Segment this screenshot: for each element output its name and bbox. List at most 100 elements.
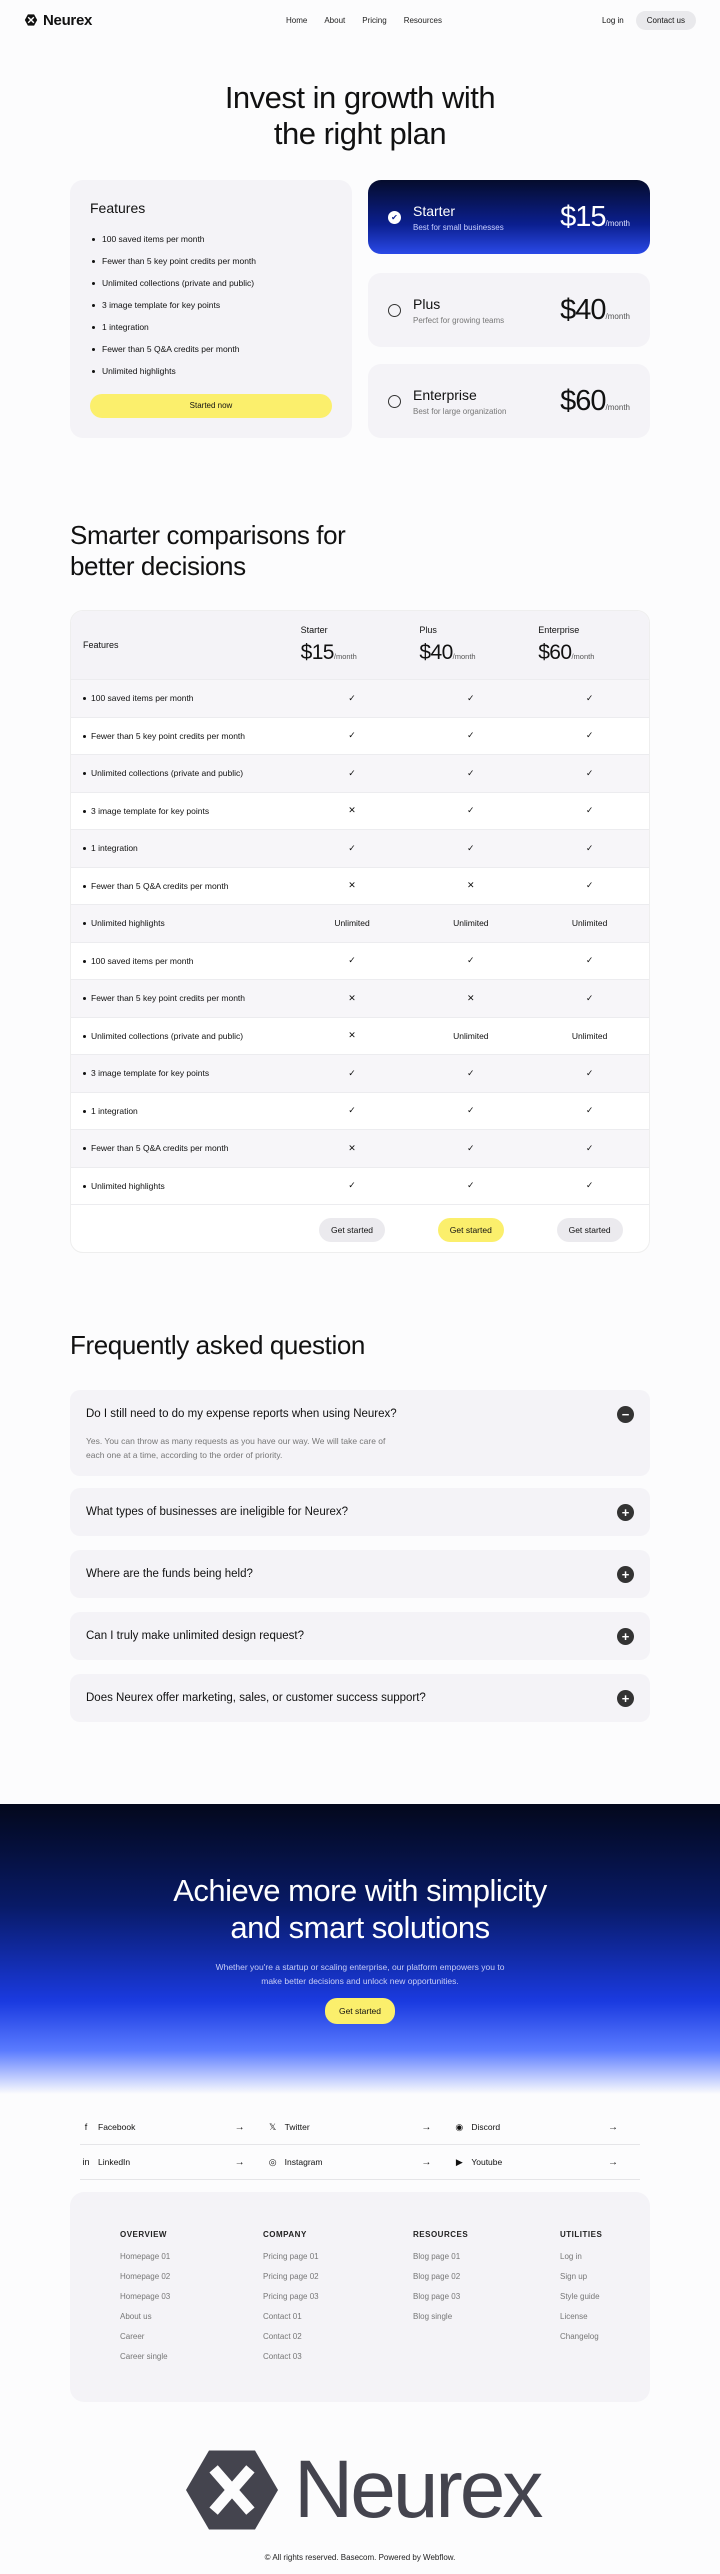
feature-item: 1 integration	[90, 316, 332, 338]
plan-plus[interactable]: Plus Perfect for growing teams $40/month	[368, 273, 650, 347]
login-link[interactable]: Log in	[602, 16, 624, 25]
brand-name: Neurex	[43, 11, 93, 29]
check-icon: ✓	[585, 955, 594, 966]
arrow-right-icon: →	[234, 2156, 245, 2168]
plan-price: $60/month	[560, 384, 630, 417]
column-price: $15/month	[300, 641, 357, 664]
footer-link[interactable]: Homepage 02	[120, 2267, 170, 2287]
contact-button[interactable]: Contact us	[635, 10, 696, 30]
plan-enterprise[interactable]: Enterprise Best for large organization $6…	[368, 364, 650, 438]
plan-name: Plus	[413, 295, 441, 312]
footer-link[interactable]: Blog page 02	[413, 2267, 468, 2287]
footer-link[interactable]: Contact 02	[263, 2327, 319, 2347]
footer-link[interactable]: Homepage 03	[120, 2287, 170, 2307]
minus-icon[interactable]: −	[617, 1405, 634, 1423]
column-name: Plus	[419, 625, 437, 635]
row-feature: Unlimited highlights	[71, 918, 293, 928]
faq-item[interactable]: Do I still need to do my expense reports…	[70, 1390, 650, 1476]
row-feature: Unlimited highlights	[71, 1181, 293, 1191]
nav-home[interactable]: Home	[286, 16, 307, 25]
check-icon: ✓	[467, 842, 475, 853]
social-facebook[interactable]: f Facebook →	[80, 2122, 257, 2133]
plus-icon[interactable]: +	[617, 1689, 634, 1707]
row-feature: 3 image template for key points	[71, 1068, 293, 1078]
table-row: 3 image template for key points ✓ ✓ ✓	[71, 1054, 649, 1092]
footer-link[interactable]: Contact 03	[263, 2347, 319, 2367]
faq-item[interactable]: Does Neurex offer marketing, sales, or c…	[70, 1674, 650, 1722]
social-twitter[interactable]: 𝕏 Twitter →	[267, 2122, 444, 2133]
plan-price: $40/month	[560, 293, 630, 326]
arrow-right-icon: →	[421, 2156, 432, 2168]
table-row: Unlimited highlights Unlimited Unlimited Un…	[71, 904, 649, 942]
footer-link[interactable]: Pricing page 02	[263, 2267, 319, 2287]
footer-link[interactable]: Pricing page 03	[263, 2287, 319, 2307]
faq-item[interactable]: Can I truly make unlimited design reques…	[70, 1612, 650, 1660]
cell-value: Unlimited	[334, 918, 370, 929]
check-icon: ✓	[348, 1180, 356, 1191]
check-icon: ✓	[348, 767, 356, 778]
row-feature: Unlimited collections (private and publi…	[71, 768, 293, 778]
footer-link[interactable]: License	[560, 2307, 602, 2327]
footer-link[interactable]: About us	[120, 2307, 170, 2327]
footer-link[interactable]: Changelog	[560, 2327, 602, 2347]
row-feature: Fewer than 5 Q&A credits per month	[71, 1143, 293, 1153]
plan-starter[interactable]: ✔ Starter Best for small businesses $15/m…	[368, 180, 650, 254]
footer-link[interactable]: Pricing page 01	[263, 2247, 319, 2267]
footer-link[interactable]: Blog page 01	[413, 2247, 468, 2267]
social-instagram[interactable]: ◎ Instagram →	[267, 2157, 444, 2168]
footer-link[interactable]: Style guide	[560, 2287, 602, 2307]
get-started-enterprise-button[interactable]: Get started	[556, 1217, 623, 1242]
footer-link[interactable]: Career single	[120, 2347, 170, 2367]
cross-icon: ✕	[467, 880, 475, 891]
footer-link[interactable]: Log in	[560, 2247, 602, 2267]
plan-price: $15/month	[560, 200, 630, 233]
nav-about[interactable]: About	[324, 16, 345, 25]
social-links: f Facebook → 𝕏 Twitter → ◉ Discord → in LinkedI…	[80, 2110, 640, 2180]
footer-link[interactable]: Contact 01	[263, 2307, 319, 2327]
faq-title: Frequently asked question	[70, 1330, 365, 1360]
footer-link[interactable]: Blog page 03	[413, 2287, 468, 2307]
get-started-plus-button[interactable]: Get started	[437, 1217, 504, 1242]
logo-icon	[186, 2450, 278, 2530]
nav-resources[interactable]: Resources	[404, 16, 442, 25]
plus-icon[interactable]: +	[617, 1627, 634, 1645]
plus-icon[interactable]: +	[617, 1565, 634, 1583]
check-icon: ✓	[467, 955, 475, 966]
footer-link[interactable]: Sign up	[560, 2267, 602, 2287]
social-youtube[interactable]: ▶ Youtube →	[453, 2157, 630, 2168]
radio-icon	[388, 394, 401, 408]
table-footer: Get started Get started Get started	[71, 1204, 649, 1252]
nav-pricing[interactable]: Pricing	[362, 16, 386, 25]
row-feature: 100 saved items per month	[71, 693, 293, 703]
check-icon: ✓	[348, 1067, 356, 1078]
footer-link[interactable]: Career	[120, 2327, 170, 2347]
feature-item: Fewer than 5 key point credits per month	[90, 250, 332, 272]
plus-icon[interactable]: +	[617, 1503, 634, 1521]
cta-get-started-button[interactable]: Get started	[324, 1998, 396, 2024]
page-title: Invest in growth with the right plan	[224, 80, 496, 151]
column-price: $60/month	[538, 641, 595, 664]
table-row: 3 image template for key points ✕ ✓ ✓	[71, 791, 649, 830]
footer-link[interactable]: Homepage 01	[120, 2247, 170, 2267]
faq-item[interactable]: Where are the funds being held? +	[70, 1550, 650, 1598]
footer-link[interactable]: Blog single	[413, 2307, 468, 2327]
table-row: Unlimited highlights ✓ ✓ ✓	[71, 1166, 649, 1205]
row-feature: Unlimited collections (private and publi…	[71, 1031, 293, 1041]
facebook-icon: f	[84, 2122, 88, 2132]
table-row: Fewer than 5 key point credits per month…	[71, 716, 649, 755]
youtube-icon: ▶	[455, 2156, 463, 2167]
footer-col-company: COMPANY Pricing page 01 Pricing page 02 …	[263, 2230, 319, 2367]
get-started-starter-button[interactable]: Get started	[318, 1217, 386, 1242]
faq-item[interactable]: What types of businesses are ineligible …	[70, 1488, 650, 1536]
brand-logo[interactable]: Neurex	[24, 12, 92, 29]
column-name: Enterprise	[538, 625, 580, 635]
linkedin-icon: in	[82, 2157, 90, 2167]
check-icon: ✓	[348, 692, 356, 703]
started-now-button[interactable]: Started now	[90, 394, 332, 418]
social-discord[interactable]: ◉ Discord →	[453, 2122, 630, 2133]
cell-value: Unlimited	[453, 1030, 489, 1041]
check-icon: ✓	[585, 1142, 594, 1153]
table-row: Unlimited collections (private and publi…	[71, 1016, 649, 1055]
check-icon: ✓	[467, 1067, 475, 1078]
social-linkedin[interactable]: in LinkedIn →	[80, 2157, 257, 2168]
